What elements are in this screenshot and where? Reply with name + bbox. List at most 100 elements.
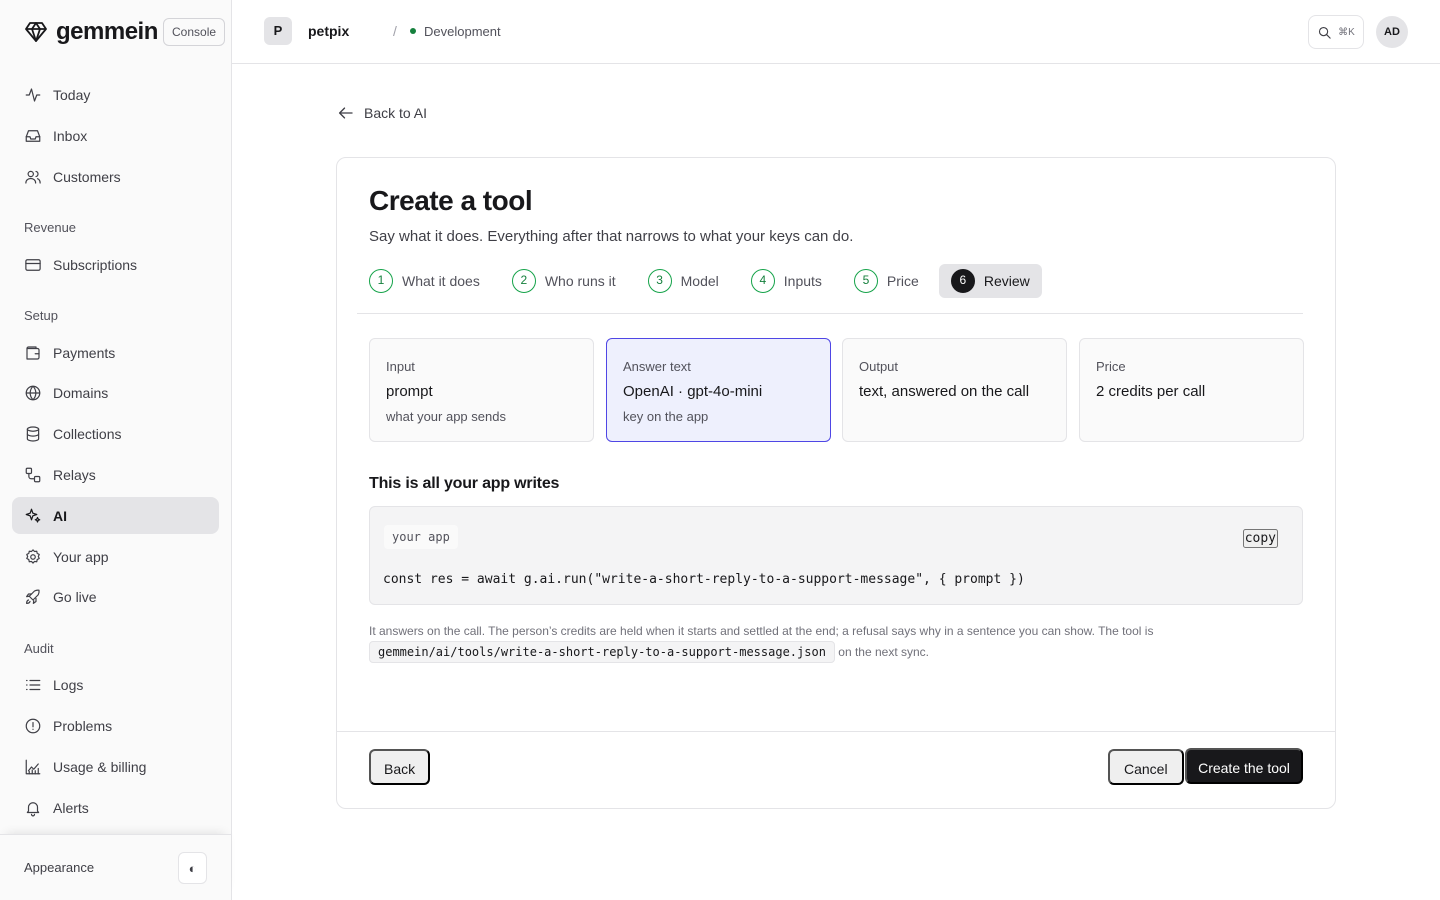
step-inputs[interactable]: 4 Inputs bbox=[750, 264, 822, 298]
summary-input-card[interactable]: Input prompt what your app sends bbox=[369, 338, 594, 442]
bell-icon bbox=[26, 801, 40, 816]
code-section-heading: This is all your app writes bbox=[369, 475, 560, 492]
create-tool-button[interactable]: Create the tool bbox=[1185, 748, 1303, 784]
sidebar-section-audit: Audit bbox=[24, 641, 54, 656]
sidebar-item-collections[interactable]: Collections bbox=[12, 415, 219, 452]
summary-value: text, answered on the call bbox=[859, 383, 1030, 400]
summary-label: Input bbox=[386, 359, 415, 374]
footnote: It answers on the call. The person’s cre… bbox=[369, 622, 1269, 663]
cancel-button[interactable]: Cancel bbox=[1108, 749, 1184, 785]
sidebar-item-customers[interactable]: Customers bbox=[12, 158, 219, 195]
back-to-ai-link[interactable]: Back to AI bbox=[337, 104, 427, 122]
summary-value: OpenAI · gpt-4o-mini bbox=[623, 383, 763, 400]
tool-file-path: gemmein/ai/tools/write-a-short-reply-to-… bbox=[369, 641, 835, 663]
step-number: 5 bbox=[853, 269, 878, 293]
brand-logo-link[interactable]: gemmein bbox=[24, 18, 158, 46]
brand-name: gemmein bbox=[56, 18, 158, 45]
summary-label: Answer text bbox=[623, 359, 691, 374]
project-name[interactable]: petpix bbox=[308, 23, 349, 39]
globe-icon bbox=[25, 385, 41, 400]
sidebar-item-alerts[interactable]: Alerts bbox=[12, 789, 219, 826]
sidebar-item-inbox[interactable]: Inbox bbox=[12, 117, 219, 154]
summary-note: what your app sends bbox=[386, 409, 506, 424]
card-footer-divider bbox=[337, 731, 1335, 732]
code-line: const res = await g.ai.run("write-a-shor… bbox=[383, 572, 1025, 587]
sidebar-item-subscriptions[interactable]: Subscriptions bbox=[12, 246, 219, 283]
step-label: Inputs bbox=[783, 273, 822, 289]
copy-button[interactable]: copy bbox=[1242, 529, 1278, 548]
summary-label: Output bbox=[859, 359, 899, 374]
code-tag: your app bbox=[384, 525, 458, 549]
code-snippet: your app copy const res = await g.ai.run… bbox=[369, 506, 1303, 605]
step-label: Price bbox=[886, 273, 919, 289]
sparkles-icon bbox=[25, 508, 41, 523]
credit-card-icon bbox=[25, 258, 41, 271]
sidebar-item-today[interactable]: Today bbox=[12, 76, 219, 113]
contrast-icon: ◐ bbox=[188, 860, 197, 876]
sidebar-item-ai[interactable]: AI bbox=[12, 497, 219, 534]
wizard-steps: 1 What it does 2 Who runs it 3 Model 4 I… bbox=[369, 264, 1042, 298]
summary-price-card[interactable]: Price 2 credits per call bbox=[1079, 338, 1304, 442]
summary-output-card[interactable]: Output text, answered on the call bbox=[842, 338, 1067, 442]
user-avatar[interactable]: AD bbox=[1376, 16, 1408, 48]
sidebar: gemmein Console Today Inbox Customers Re… bbox=[0, 0, 232, 900]
step-model[interactable]: 3 Model bbox=[647, 264, 719, 298]
summary-note: key on the app bbox=[623, 409, 709, 424]
sidebar-item-problems[interactable]: Problems bbox=[12, 707, 219, 744]
project-avatar[interactable]: P bbox=[264, 17, 292, 45]
environment-switcher[interactable]: Development bbox=[424, 24, 501, 39]
activity-icon bbox=[25, 87, 41, 102]
footnote-text-end: on the next sync. bbox=[834, 645, 929, 659]
summary-label: Price bbox=[1096, 359, 1126, 374]
search-button[interactable]: ⌘K bbox=[1308, 15, 1364, 49]
search-shortcut: ⌘K bbox=[1338, 26, 1355, 38]
page-subtitle: Say what it does. Everything after that … bbox=[369, 228, 854, 245]
step-number: 2 bbox=[511, 269, 536, 293]
breadcrumb-separator: / bbox=[393, 23, 397, 39]
step-number: 6 bbox=[950, 269, 975, 293]
search-icon bbox=[1319, 26, 1331, 39]
chart-icon bbox=[25, 759, 41, 774]
create-tool-card: Create a tool Say what it does. Everythi… bbox=[336, 157, 1336, 809]
gear-icon bbox=[26, 548, 40, 564]
gem-logo-icon bbox=[25, 22, 47, 42]
sidebar-item-go-live[interactable]: Go live bbox=[12, 578, 219, 615]
step-number: 1 bbox=[369, 269, 393, 293]
users-icon bbox=[25, 170, 41, 184]
step-label: Who runs it bbox=[544, 273, 616, 289]
summary-value: 2 credits per call bbox=[1096, 383, 1206, 400]
step-label: What it does bbox=[402, 273, 480, 289]
step-price[interactable]: 5 Price bbox=[853, 264, 919, 298]
sidebar-item-your-app[interactable]: Your app bbox=[12, 538, 219, 575]
summary-answer-text-card[interactable]: Answer text OpenAI · gpt-4o-mini key on … bbox=[606, 338, 831, 442]
list-icon bbox=[26, 679, 41, 690]
step-number: 4 bbox=[750, 269, 775, 293]
sidebar-item-payments[interactable]: Payments bbox=[12, 334, 219, 371]
footnote-text: It answers on the call. The person’s cre… bbox=[369, 624, 1154, 638]
environment-status-dot bbox=[410, 28, 416, 34]
appearance-label: Appearance bbox=[24, 860, 95, 875]
database-icon bbox=[26, 425, 40, 442]
alert-circle-icon bbox=[25, 718, 41, 733]
console-badge[interactable]: Console bbox=[163, 18, 226, 46]
sidebar-item-relays[interactable]: Relays bbox=[12, 456, 219, 493]
steps-divider bbox=[357, 313, 1303, 314]
sidebar-item-domains[interactable]: Domains bbox=[12, 374, 219, 411]
step-what-it-does[interactable]: 1 What it does bbox=[369, 264, 480, 298]
topbar: P petpix / Development ⌘K AD bbox=[232, 0, 1440, 64]
theme-toggle-button[interactable]: ◐ bbox=[178, 852, 207, 884]
relay-icon bbox=[25, 467, 41, 482]
summary-value: prompt bbox=[386, 383, 433, 400]
arrow-left-icon bbox=[338, 107, 353, 119]
step-review[interactable]: 6 Review bbox=[938, 264, 1042, 298]
step-label: Model bbox=[680, 273, 719, 289]
back-button[interactable]: Back bbox=[369, 749, 431, 785]
sidebar-item-logs[interactable]: Logs bbox=[12, 666, 219, 703]
inbox-icon bbox=[25, 129, 41, 142]
sidebar-footer: Appearance ◐ bbox=[0, 834, 231, 900]
sidebar-item-usage-billing[interactable]: Usage & billing bbox=[12, 748, 219, 785]
sidebar-section-revenue: Revenue bbox=[24, 220, 77, 235]
step-number: 3 bbox=[647, 269, 672, 293]
step-who-runs-it[interactable]: 2 Who runs it bbox=[511, 264, 616, 298]
sidebar-section-setup: Setup bbox=[24, 308, 58, 323]
